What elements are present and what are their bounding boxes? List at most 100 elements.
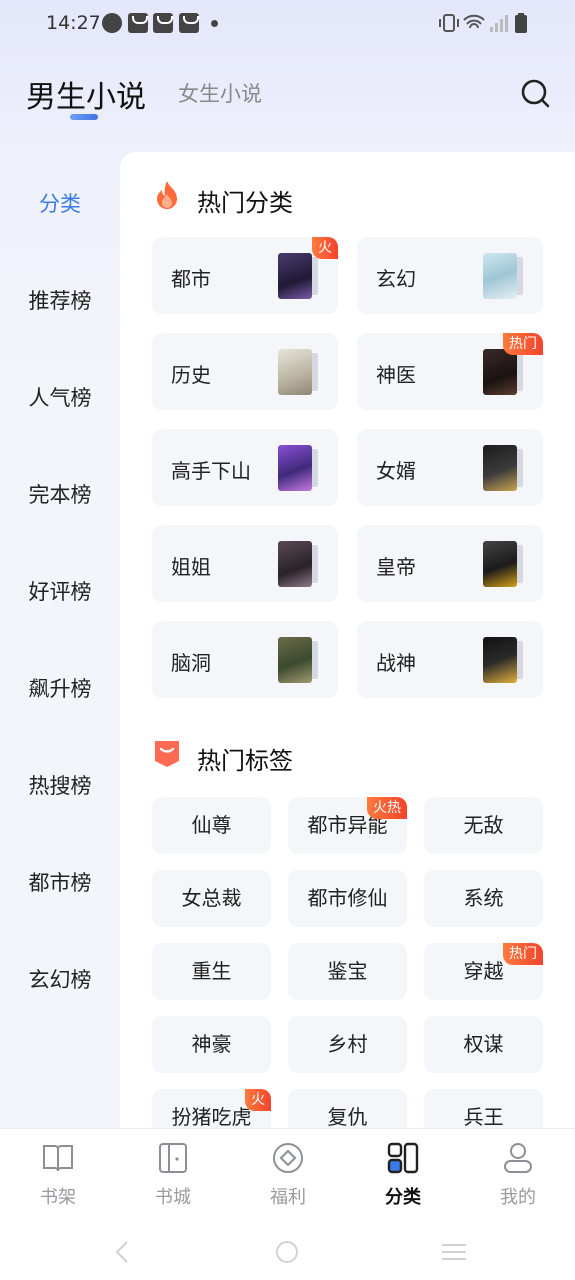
sidebar-item-urban-rank[interactable]: 都市榜 xyxy=(0,867,120,897)
fire-icon xyxy=(157,181,177,209)
book-cover-image xyxy=(278,541,318,587)
tag-icon xyxy=(155,741,179,767)
book-cover-image xyxy=(483,445,523,491)
mail-icon xyxy=(128,13,148,33)
book-cover-image xyxy=(278,349,318,395)
book-cover-image xyxy=(278,445,318,491)
nav-label: 书城 xyxy=(155,1187,191,1208)
tag-label: 无敌 xyxy=(463,813,504,837)
tag-chip[interactable]: 无敌 xyxy=(424,797,543,854)
status-time: 14:27 xyxy=(46,12,101,34)
nav-label: 福利 xyxy=(270,1187,306,1208)
mail-icon xyxy=(179,13,199,33)
category-label: 脑洞 xyxy=(171,651,211,675)
nav-label: 我的 xyxy=(500,1187,536,1208)
book-cover-image xyxy=(278,253,318,299)
sidebar-item-completed-rank[interactable]: 完本榜 xyxy=(0,479,120,509)
nav-bookstore[interactable]: 书城 xyxy=(123,1141,223,1221)
gift-icon xyxy=(273,1143,303,1173)
category-label: 战神 xyxy=(376,651,416,675)
sidebar-item-fantasy-rank[interactable]: 玄幻榜 xyxy=(0,964,120,994)
category-card-brain-hole[interactable]: 脑洞 xyxy=(152,621,338,698)
nav-label: 书架 xyxy=(40,1187,76,1208)
tag-chip[interactable]: 鉴宝 xyxy=(288,943,407,1000)
nav-profile[interactable]: 我的 xyxy=(468,1141,568,1221)
wifi-icon xyxy=(463,14,485,29)
category-card-sister[interactable]: 姐姐 xyxy=(152,525,338,602)
sidebar-item-rising-rank[interactable]: 飙升榜 xyxy=(0,673,120,703)
sidebar-item-recommend-rank[interactable]: 推荐榜 xyxy=(0,285,120,315)
category-card-urban[interactable]: 都市 火 xyxy=(152,237,338,314)
hot-badge: 火热 xyxy=(367,797,407,819)
hot-categories-title: 热门分类 xyxy=(197,189,293,217)
tag-chip[interactable]: 系统 xyxy=(424,870,543,927)
tag-label: 神豪 xyxy=(191,1032,232,1056)
category-label: 历史 xyxy=(171,363,211,387)
search-icon[interactable] xyxy=(520,78,550,108)
tag-label: 鉴宝 xyxy=(327,959,368,983)
tag-chip[interactable]: 乡村 xyxy=(288,1016,407,1073)
category-label: 姐姐 xyxy=(171,555,211,579)
tag-chip[interactable]: 重生 xyxy=(152,943,271,1000)
tag-chip[interactable]: 仙尊 xyxy=(152,797,271,854)
tag-label: 都市修仙 xyxy=(307,886,388,910)
tag-label: 乡村 xyxy=(327,1032,368,1056)
app-notification-icon xyxy=(102,13,122,33)
category-label: 都市 xyxy=(171,267,211,291)
hot-tags-title: 热门标签 xyxy=(197,747,293,775)
nav-bookshelf[interactable]: 书架 xyxy=(8,1141,108,1221)
store-icon xyxy=(159,1143,187,1173)
back-icon[interactable] xyxy=(113,1240,131,1264)
category-card-emperor[interactable]: 皇帝 xyxy=(357,525,543,602)
system-nav-bar xyxy=(0,1232,575,1272)
status-bar: 14:27 xyxy=(0,0,575,48)
tag-chip[interactable]: 神豪 xyxy=(152,1016,271,1073)
vibrate-icon xyxy=(439,14,459,32)
tab-male-novels[interactable]: 男生小说 xyxy=(26,72,146,116)
tag-label: 女总裁 xyxy=(181,886,242,910)
category-card-fantasy[interactable]: 玄幻 xyxy=(357,237,543,314)
sidebar-item-category[interactable]: 分类 xyxy=(0,188,120,218)
menu-icon[interactable] xyxy=(440,1242,468,1262)
tag-label: 系统 xyxy=(463,886,504,910)
tag-chip[interactable]: 穿越 热门 xyxy=(424,943,543,1000)
tag-chip[interactable]: 都市异能 火热 xyxy=(288,797,407,854)
category-card-son-in-law[interactable]: 女婿 xyxy=(357,429,543,506)
book-cover-image xyxy=(483,541,523,587)
hot-badge: 热门 xyxy=(503,943,543,965)
category-label: 玄幻 xyxy=(376,267,416,291)
nav-welfare[interactable]: 福利 xyxy=(238,1141,338,1221)
nav-label: 分类 xyxy=(385,1187,421,1208)
sidebar-item-hot-search-rank[interactable]: 热搜榜 xyxy=(0,770,120,800)
home-icon[interactable] xyxy=(275,1240,299,1264)
tag-label: 权谋 xyxy=(463,1032,504,1056)
category-label: 皇帝 xyxy=(376,555,416,579)
category-card-war-god[interactable]: 战神 xyxy=(357,621,543,698)
hot-badge: 火 xyxy=(245,1089,271,1111)
profile-icon xyxy=(504,1143,532,1173)
book-cover-image xyxy=(278,637,318,683)
tag-chip[interactable]: 权谋 xyxy=(424,1016,543,1073)
book-icon xyxy=(43,1145,73,1172)
tab-indicator xyxy=(70,114,98,120)
category-card-history[interactable]: 历史 xyxy=(152,333,338,410)
nav-category[interactable]: 分类 xyxy=(353,1141,453,1221)
hot-badge: 火 xyxy=(312,237,338,259)
mail-icon xyxy=(153,13,173,33)
category-card-divine-doctor[interactable]: 神医 热门 xyxy=(357,333,543,410)
tag-chip[interactable]: 女总裁 xyxy=(152,870,271,927)
tag-chip[interactable]: 都市修仙 xyxy=(288,870,407,927)
signal-icon xyxy=(490,15,508,32)
book-cover-image xyxy=(483,637,523,683)
category-label: 女婿 xyxy=(376,459,416,483)
category-card-master[interactable]: 高手下山 xyxy=(152,429,338,506)
sidebar-item-rating-rank[interactable]: 好评榜 xyxy=(0,576,120,606)
category-label: 高手下山 xyxy=(171,459,251,483)
sidebar-item-popular-rank[interactable]: 人气榜 xyxy=(0,382,120,412)
hot-badge: 热门 xyxy=(503,333,543,355)
category-icon xyxy=(387,1142,419,1174)
book-cover-image xyxy=(483,349,523,395)
tab-female-novels[interactable]: 女生小说 xyxy=(178,78,262,108)
tag-label: 穿越 xyxy=(463,959,504,983)
more-notifications-icon xyxy=(211,20,218,27)
